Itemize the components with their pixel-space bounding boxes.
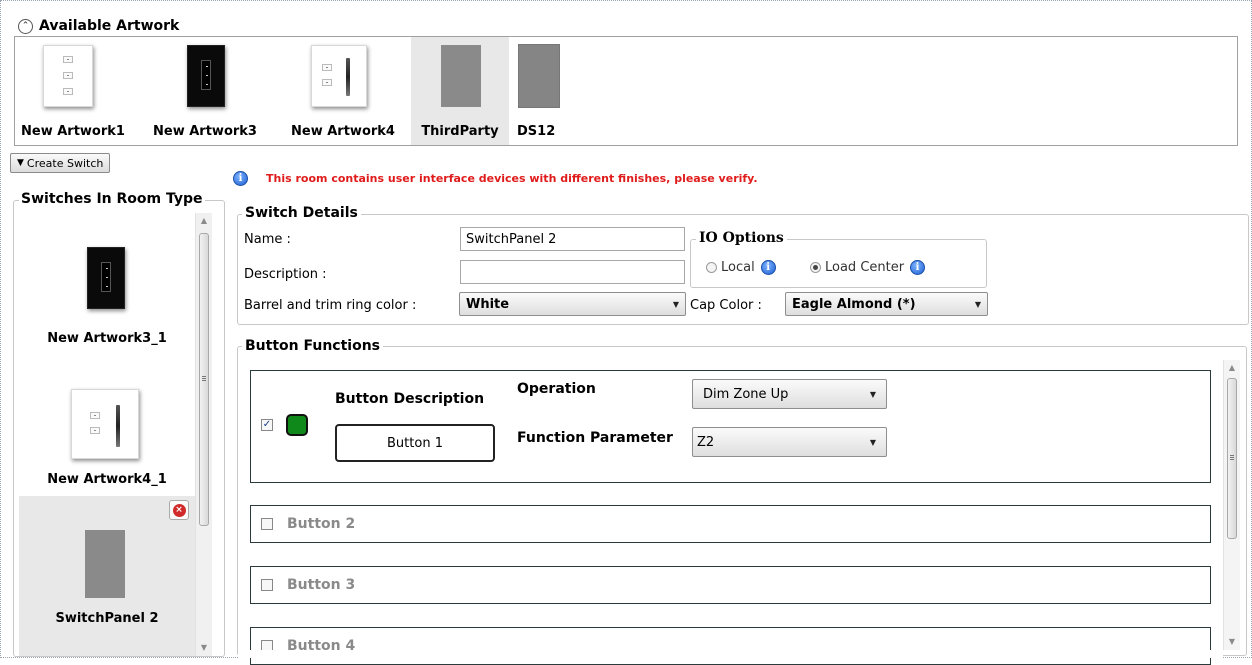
button-2-checkbox[interactable] <box>261 518 273 530</box>
dropdown-arrow-icon: ▼ <box>672 299 679 309</box>
artwork-thumbnail <box>43 45 93 107</box>
switch-thumbnail <box>71 389 139 459</box>
description-label: Description : <box>244 267 327 282</box>
button-card-2[interactable]: Button 2 <box>250 505 1211 543</box>
operation-value: Dim Zone Up <box>703 386 789 402</box>
available-artwork-title: Available Artwork <box>39 18 180 34</box>
scroll-up-icon[interactable]: ▲ <box>196 213 212 229</box>
info-icon: i <box>233 171 248 186</box>
dropdown-arrow-icon: ▼ <box>869 437 876 447</box>
artwork-item-new-artwork4[interactable]: New Artwork4 <box>281 37 405 145</box>
artwork-gallery: New Artwork1 New Artwork3 New Artwork4 T… <box>14 36 1238 146</box>
artwork-item-new-artwork1[interactable]: New Artwork1 <box>21 37 125 145</box>
io-local-option[interactable]: Local i <box>706 260 776 275</box>
dropdown-arrow-icon: ▼ <box>974 299 981 309</box>
artwork-label: New Artwork4 <box>291 124 395 139</box>
barrel-color-label: Barrel and trim ring color : <box>244 298 417 313</box>
artwork-thumbnail <box>187 45 225 107</box>
artwork-label: New Artwork1 <box>21 124 125 139</box>
info-icon[interactable]: i <box>910 260 926 275</box>
switches-list-scrollbar[interactable]: ▲ ▼ <box>195 213 212 656</box>
operation-label: Operation <box>517 381 596 397</box>
button-card-3[interactable]: Button 3 <box>250 566 1211 604</box>
button-description-heading: Button Description <box>335 391 485 407</box>
switches-list[interactable]: New Artwork3_1 New Artwork4_1 × SwitchPa… <box>19 213 195 656</box>
artwork-thumbnail <box>519 45 559 107</box>
chevron-up-icon[interactable]: ⌃ <box>18 18 33 34</box>
triangle-down-icon: ▼ <box>17 158 24 168</box>
operation-dropdown[interactable]: Dim Zone Up ▼ <box>692 379 887 409</box>
name-label: Name : <box>244 232 291 247</box>
radio-load-center[interactable] <box>810 262 821 273</box>
info-icon[interactable]: i <box>760 260 776 275</box>
scroll-thumb[interactable] <box>199 233 209 526</box>
finish-warning: i This room contains user interface devi… <box>233 171 758 186</box>
button-3-label: Button 3 <box>287 577 356 593</box>
button-2-label: Button 2 <box>287 516 356 532</box>
button-card-4[interactable]: Button 4 <box>250 627 1211 665</box>
button-1-checkbox[interactable]: ✓ <box>261 419 273 431</box>
io-load-center-option[interactable]: Load Center i <box>810 260 926 275</box>
scroll-down-icon[interactable]: ▼ <box>1224 634 1240 650</box>
switch-item-new-artwork4-1[interactable]: New Artwork4_1 <box>19 353 195 496</box>
artwork-item-new-artwork3[interactable]: New Artwork3 <box>143 37 267 145</box>
function-parameter-value: Z2 <box>697 434 715 450</box>
switch-thumbnail <box>85 530 125 598</box>
barrel-color-dropdown[interactable]: White ▼ <box>459 292 686 316</box>
switch-label: New Artwork4_1 <box>47 472 167 487</box>
scroll-thumb[interactable] <box>1227 378 1237 539</box>
scroll-down-icon[interactable]: ▼ <box>196 640 212 656</box>
function-parameter-label: Function Parameter <box>517 430 673 446</box>
name-field[interactable]: SwitchPanel 2 <box>460 227 685 251</box>
switch-thumbnail <box>87 247 125 309</box>
switch-item-switchpanel-2[interactable]: × SwitchPanel 2 <box>19 496 195 656</box>
switch-item-new-artwork3-1[interactable]: New Artwork3_1 <box>19 213 195 353</box>
clip-mask <box>238 650 1223 658</box>
button-functions-scrollbar[interactable]: ▲ ▼ <box>1223 360 1240 650</box>
button-description-field[interactable]: Button 1 <box>335 424 495 462</box>
cap-color-value: Eagle Almond (*) <box>792 296 916 312</box>
radio-local[interactable] <box>706 262 717 273</box>
scroll-up-icon[interactable]: ▲ <box>1224 360 1240 376</box>
io-load-center-label: Load Center <box>825 260 905 275</box>
io-options-title: IO Options <box>696 230 787 246</box>
create-switch-label: Create Switch <box>26 156 104 170</box>
io-local-label: Local <box>721 260 755 275</box>
led-color-swatch[interactable] <box>286 414 308 436</box>
switch-label: SwitchPanel 2 <box>55 611 159 626</box>
cap-color-label: Cap Color : <box>690 298 762 313</box>
artwork-item-ds12[interactable]: DS12 <box>509 37 569 145</box>
warning-text: This room contains user interface device… <box>266 172 758 185</box>
button-3-checkbox[interactable] <box>261 579 273 591</box>
available-artwork-header[interactable]: ⌃ Available Artwork <box>18 16 179 36</box>
artwork-thumbnail <box>311 45 367 107</box>
artwork-label: New Artwork3 <box>153 124 257 139</box>
artwork-label: DS12 <box>517 124 556 139</box>
barrel-color-value: White <box>466 296 510 312</box>
description-field[interactable] <box>460 260 685 284</box>
function-parameter-dropdown[interactable]: Z2 ▼ <box>692 427 887 457</box>
dropdown-arrow-icon: ▼ <box>869 389 876 399</box>
delete-icon[interactable]: × <box>169 500 189 520</box>
cap-color-dropdown[interactable]: Eagle Almond (*) ▼ <box>785 292 988 316</box>
button-functions-title: Button Functions <box>242 338 383 354</box>
switches-in-room-title: Switches In Room Type <box>19 191 205 207</box>
artwork-thumbnail <box>441 45 481 107</box>
button-card-1: ✓ Button Description Button 1 Operation … <box>250 370 1211 483</box>
create-switch-button[interactable]: ▼ Create Switch <box>10 153 111 173</box>
switch-label: New Artwork3_1 <box>47 331 167 346</box>
artwork-label: ThirdParty <box>421 124 499 139</box>
switch-details-title: Switch Details <box>242 205 361 221</box>
artwork-item-thirdparty[interactable]: ThirdParty <box>411 37 509 145</box>
